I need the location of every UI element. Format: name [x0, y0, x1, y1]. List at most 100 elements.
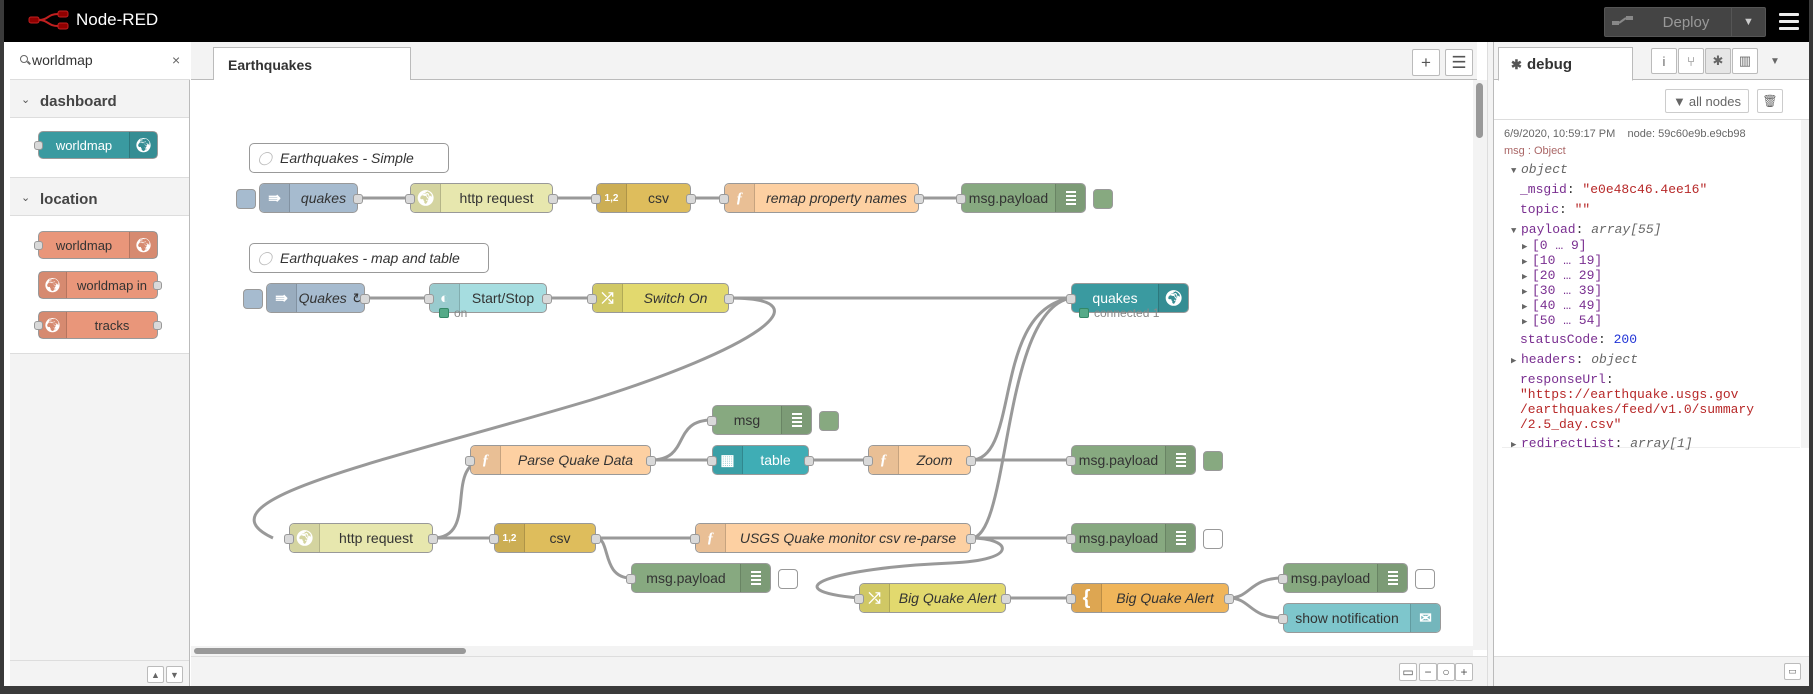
function-node-zoom[interactable]: ƒ Zoom [863, 445, 976, 475]
deploy-button[interactable]: Deploy ▼ [1604, 7, 1766, 37]
debug-toggle-button[interactable] [1093, 189, 1113, 209]
node-output-port[interactable] [914, 194, 924, 204]
scrollbar-thumb[interactable] [194, 648, 466, 654]
tree-range[interactable]: ▶ [50 … 54] [1522, 313, 1602, 328]
node-input-port[interactable] [424, 294, 434, 304]
scrollbar-thumb[interactable] [1476, 83, 1483, 138]
palette-node-worldmap-in[interactable]: 🌍︎ worldmap in [38, 271, 162, 299]
message-node-id[interactable]: node: 59c60e9b.e9cb98 [1628, 128, 1746, 140]
debug-node[interactable]: msg.payload [1066, 523, 1223, 553]
node-input-port[interactable] [591, 194, 601, 204]
tree-range[interactable]: ▶ [30 … 39] [1522, 283, 1602, 298]
node-output-port[interactable] [804, 456, 814, 466]
zoom-in-icon[interactable]: + [1455, 663, 1473, 681]
palette-node-worldmap-dashboard[interactable]: worldmap 🌍︎ [34, 131, 158, 159]
list-flows-icon[interactable]: ☰ [1445, 49, 1473, 76]
add-tab-icon[interactable]: + [1412, 49, 1440, 76]
tree-range[interactable]: ▶ [40 … 49] [1522, 298, 1602, 313]
node-input-port[interactable] [489, 534, 499, 544]
tree-range[interactable]: ▶ [0 … 9] [1522, 238, 1587, 253]
debug-toggle-button[interactable] [1203, 529, 1223, 549]
node-output-port[interactable] [591, 534, 601, 544]
node-output-port[interactable] [548, 194, 558, 204]
node-output-port[interactable] [966, 534, 976, 544]
csv-node[interactable]: 1,2 csv [591, 183, 696, 213]
node-input-port[interactable] [690, 534, 700, 544]
clear-search-icon[interactable]: × [172, 52, 180, 68]
tab-earthquakes[interactable]: Earthquakes [213, 47, 411, 81]
node-output-port[interactable] [646, 456, 656, 466]
navigator-map-icon[interactable]: ▭ [1399, 663, 1417, 681]
node-output-port[interactable] [542, 294, 552, 304]
node-output-port[interactable] [1001, 594, 1011, 604]
palette-node-worldmap[interactable]: worldmap 🌍︎ [34, 231, 158, 259]
http-request-node[interactable]: 🌍︎ http request [405, 183, 558, 213]
debug-node-msg[interactable]: msg [707, 405, 839, 435]
csv-node[interactable]: 1,2 csv [489, 523, 601, 553]
node-output-port[interactable] [724, 294, 734, 304]
trash-icon[interactable]: 🗑︎ [1757, 89, 1783, 113]
node-input-port[interactable] [1066, 534, 1076, 544]
palette-category-dashboard[interactable]: ⌄ dashboard [10, 80, 189, 118]
node-input-port[interactable] [1066, 594, 1076, 604]
node-input-port[interactable] [1066, 294, 1076, 304]
canvas-vertical-scrollbar[interactable] [1473, 80, 1487, 650]
sidebar-menu-caret-icon[interactable]: ▼ [1762, 48, 1788, 74]
node-output-port[interactable] [686, 194, 696, 204]
filter-all-nodes-button[interactable]: ▼ all nodes [1665, 89, 1749, 113]
info-icon[interactable]: i [1651, 48, 1677, 74]
branch-icon[interactable]: ⑂ [1678, 48, 1704, 74]
inject-button[interactable] [236, 189, 256, 209]
debug-bug-icon[interactable]: ✱ [1705, 48, 1731, 74]
debug-node[interactable]: msg.payload [1066, 445, 1223, 475]
node-input-port[interactable] [707, 456, 717, 466]
debug-toggle-button[interactable] [1203, 451, 1223, 471]
palette-search-input[interactable] [32, 52, 162, 68]
tree-range[interactable]: ▶ [20 … 29] [1522, 268, 1602, 283]
debug-toggle-button[interactable] [778, 569, 798, 589]
node-output-port[interactable] [360, 294, 370, 304]
debug-toggle-button[interactable] [819, 411, 839, 431]
debug-scrollbar[interactable] [1801, 120, 1809, 448]
node-input-port[interactable] [707, 416, 717, 426]
switch-node-switch-on[interactable]: ⤮ Switch On [587, 283, 734, 313]
canvas-horizontal-scrollbar[interactable] [191, 646, 1473, 656]
node-input-port[interactable] [284, 534, 294, 544]
debug-node[interactable]: msg.payload [626, 563, 798, 593]
dashboard-chart-icon[interactable]: ▥ [1732, 48, 1758, 74]
notification-node[interactable]: show notification ✉ [1278, 603, 1441, 633]
debug-toggle-button[interactable] [1415, 569, 1435, 589]
flow-canvas[interactable]: ◯ Earthquakes - Simple ◯ Earthquakes - m… [191, 80, 1473, 650]
tree-root[interactable]: ▼ object [1511, 162, 1568, 177]
tree-row-headers[interactable]: ▶ headers: object [1511, 352, 1638, 367]
node-input-port[interactable] [587, 294, 597, 304]
node-input-port[interactable] [863, 456, 873, 466]
table-node[interactable]: ▦ table [707, 445, 814, 475]
inject-node-quakes[interactable]: ⇛ quakes [236, 183, 363, 213]
node-output-port[interactable] [353, 194, 363, 204]
node-input-port[interactable] [465, 456, 475, 466]
inject-button[interactable] [243, 289, 263, 309]
node-output-port[interactable] [966, 456, 976, 466]
function-node-parse-quake[interactable]: ƒ Parse Quake Data [465, 445, 656, 475]
debug-node[interactable]: msg.payload [956, 183, 1113, 213]
node-output-port[interactable] [428, 534, 438, 544]
zoom-out-icon[interactable]: − [1419, 663, 1437, 681]
template-node-big-quake[interactable]: { Big Quake Alert [1066, 583, 1234, 613]
node-input-port[interactable] [1066, 456, 1076, 466]
tab-debug[interactable]: ✱ debug [1498, 47, 1633, 81]
switch-node-big-quake[interactable]: ⤮ Big Quake Alert [854, 583, 1011, 613]
tree-row-redirect[interactable]: ▶ redirectList: array[1] [1511, 436, 1693, 451]
tree-row-payload[interactable]: ▼ payload: array[55] [1511, 222, 1661, 237]
function-node-usgs-reparse[interactable]: ƒ USGS Quake monitor csv re-parse [690, 523, 976, 553]
node-input-port[interactable] [405, 194, 415, 204]
http-request-node[interactable]: 🌍︎ http request [284, 523, 438, 553]
node-input-port[interactable] [956, 194, 966, 204]
node-output-port[interactable] [1224, 594, 1234, 604]
expand-all-icon[interactable]: ▼ [166, 666, 183, 683]
node-input-port[interactable] [1278, 574, 1288, 584]
collapse-all-icon[interactable]: ▲ [147, 666, 164, 683]
node-input-port[interactable] [719, 194, 729, 204]
tree-range[interactable]: ▶ [10 … 19] [1522, 253, 1602, 268]
comment-node[interactable]: ◯ Earthquakes - Simple [249, 143, 449, 173]
